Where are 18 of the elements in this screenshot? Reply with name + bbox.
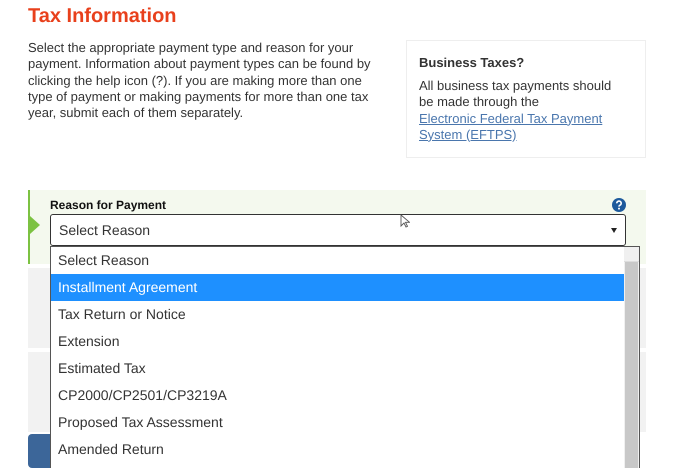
dropdown-option[interactable]: Estimated Tax xyxy=(51,355,624,382)
card-title: Business Taxes? xyxy=(419,55,526,70)
dropdown-option[interactable]: Amended Return xyxy=(51,436,624,463)
dropdown-option[interactable]: Proposed Tax Assessment xyxy=(51,409,624,436)
intro-text: Select the appropriate payment type and reason for your payment. Information about payment types can be found by clicking the help icon (?). If you are making more than one type of payment or making payments for more than one tax year, submit each of them separately. xyxy=(28,40,372,122)
eftps-link[interactable]: Electronic Federal Tax Payment System (EFTPS) xyxy=(419,110,615,144)
scrollbar[interactable] xyxy=(624,247,639,468)
page-heading: Tax Information xyxy=(28,4,178,28)
dropdown-option[interactable]: Extension xyxy=(51,328,624,355)
field-label: Reason for Payment xyxy=(50,198,166,212)
card-text: All business tax payments should be made through the Electronic Federal Tax Payment System (EFTPS) xyxy=(419,78,615,144)
cursor-icon xyxy=(400,214,410,228)
help-icon[interactable] xyxy=(612,198,626,212)
dropdown-option[interactable]: Select Reason xyxy=(51,247,624,274)
reason-dropdown[interactable]: Select Reason xyxy=(50,214,626,246)
dropdown-option[interactable]: Tax Return or Notice xyxy=(51,301,624,328)
dropdown-option[interactable]: CP2000/CP2501/CP3219A xyxy=(51,382,624,409)
caret-icon xyxy=(611,228,617,232)
